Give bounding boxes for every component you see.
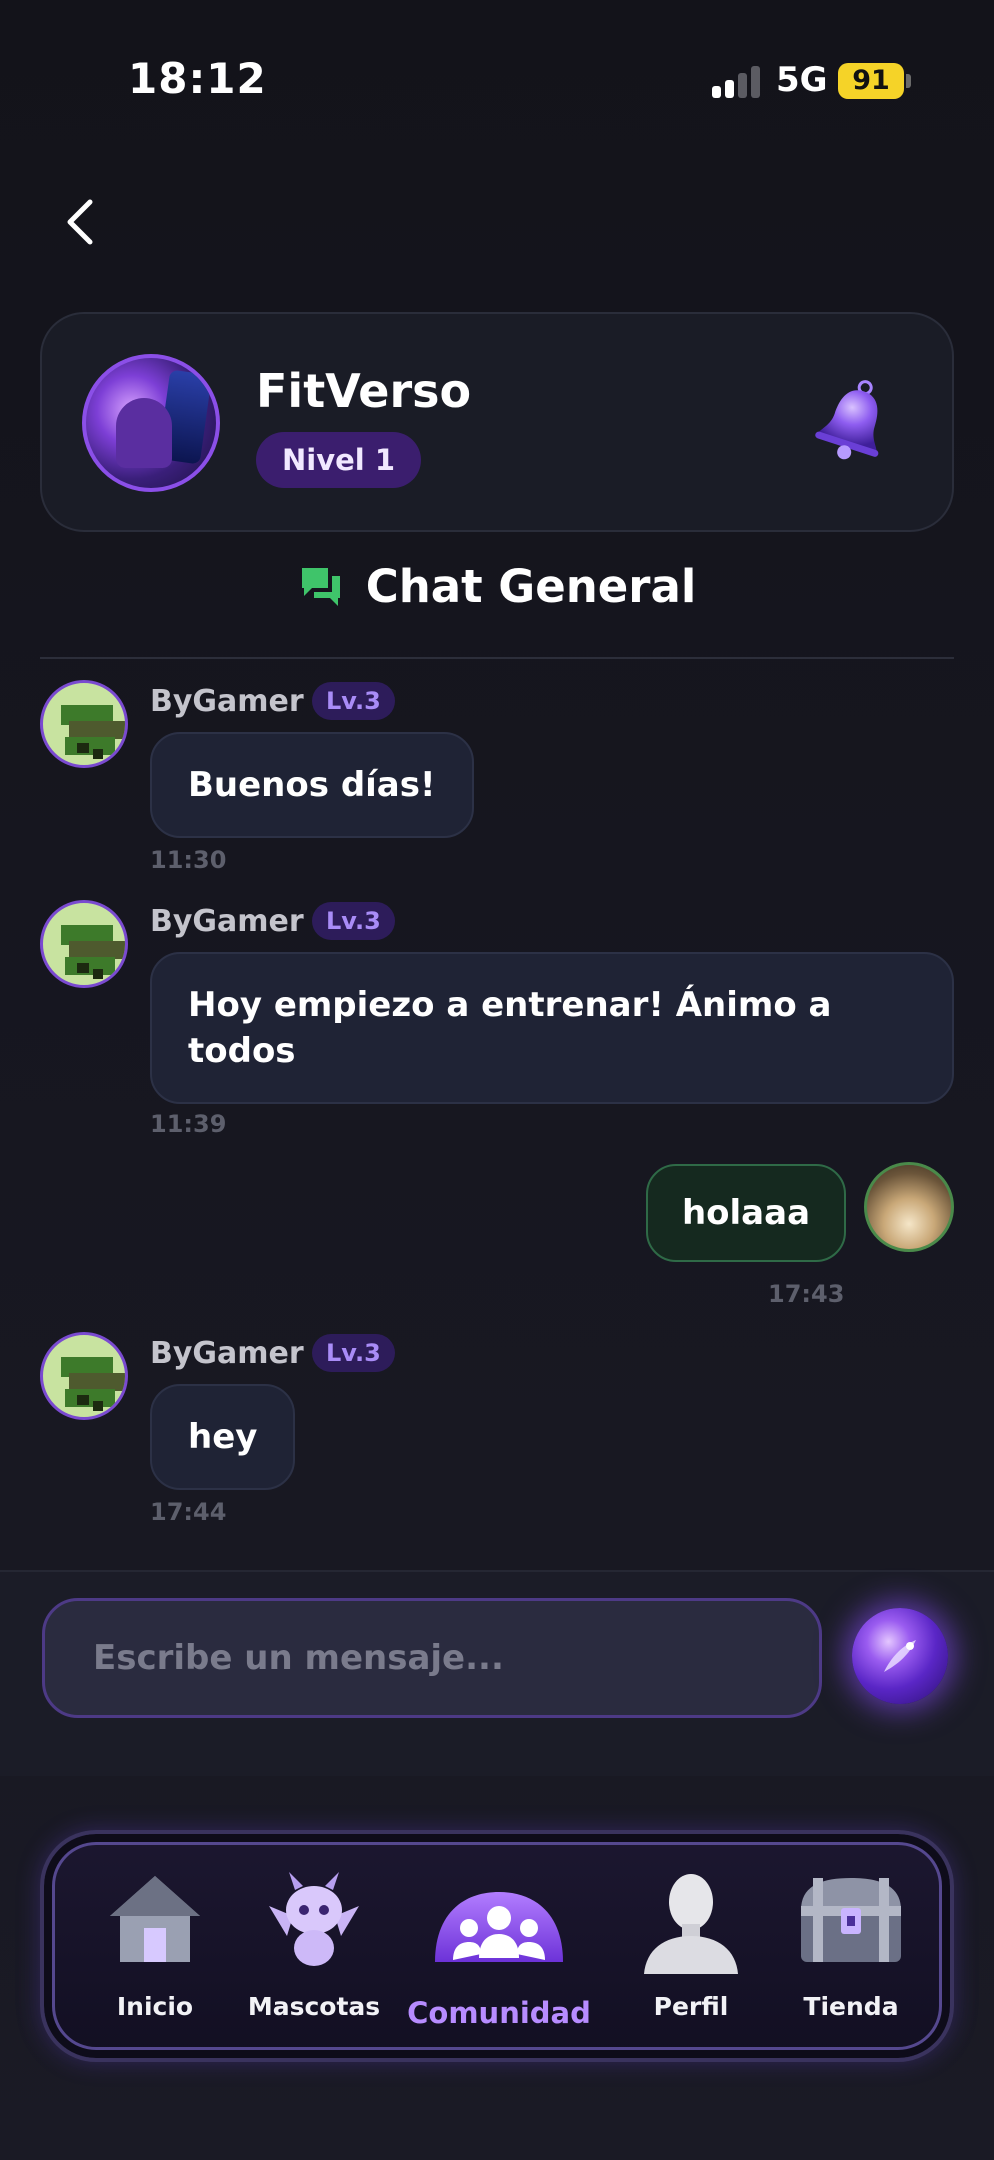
nav-label: Inicio [116,1992,194,2021]
nav-label: Tienda [803,1992,899,2021]
nav-item-tienda[interactable]: Tienda [766,1864,936,2044]
composer-bar [0,1570,994,1776]
nav-label: Perfil [653,1992,729,2021]
message-username[interactable]: ByGamer [150,904,304,939]
battery-tip [906,74,911,88]
signal-icon [712,66,760,98]
bell-icon[interactable] [810,374,900,464]
user-avatar[interactable] [40,1332,128,1420]
message-time: 11:30 [150,846,227,874]
community-icon [435,1892,563,1962]
status-bar: 18:12 5G 91 [0,0,994,160]
send-button[interactable] [852,1608,948,1704]
app-name: FitVerso [256,364,472,418]
user-avatar[interactable] [40,900,128,988]
app-avatar[interactable] [82,354,220,492]
message-bubble[interactable]: Buenos días! [150,732,474,838]
user-level-badge: Lv.3 [312,1334,395,1372]
own-message-bubble[interactable]: holaaa [646,1164,846,1262]
treasure-chest-icon [801,1878,901,1962]
message-time: 11:39 [150,1110,227,1138]
nav-label-active: Comunidad [407,1996,591,2030]
chat-title: Chat General [0,560,994,614]
back-button[interactable] [52,190,112,254]
send-orb-icon [884,1640,916,1672]
chat-screen: 18:12 5G 91 FitVerso Nivel 1 Chat Genera… [0,0,994,2160]
chat-title-text: Chat General [365,560,697,613]
dragon-pet-icon [269,1872,359,1966]
battery-icon: 91 [838,63,904,99]
profile-header-card: FitVerso Nivel 1 [40,312,954,532]
own-avatar[interactable] [864,1162,954,1252]
profile-bust-icon [644,1874,738,1974]
nav-item-perfil[interactable]: Perfil [606,1864,776,2044]
house-icon [110,1876,200,1962]
nav-item-inicio[interactable]: Inicio [70,1864,240,2044]
chat-bubbles-icon [301,567,340,606]
status-time: 18:12 [128,54,267,103]
message-username[interactable]: ByGamer [150,1336,304,1371]
user-avatar[interactable] [40,680,128,768]
message-time: 17:44 [150,1498,227,1526]
nav-item-comunidad[interactable]: Comunidad [404,1864,594,2044]
message-username[interactable]: ByGamer [150,684,304,719]
message-time: 17:43 [768,1280,845,1308]
user-level-badge: Lv.3 [312,902,395,940]
message-input[interactable] [42,1598,822,1718]
level-badge: Nivel 1 [256,432,421,488]
user-level-badge: Lv.3 [312,682,395,720]
network-label: 5G [776,60,828,100]
message-bubble[interactable]: hey [150,1384,296,1490]
bottom-nav: Inicio Mascotas Comunidad Perfil Tienda [40,1830,954,2062]
divider [40,657,954,659]
message-bubble[interactable]: Hoy empiezo a entrenar! Ánimo a todos [150,952,954,1104]
chevron-left-icon [67,199,93,245]
nav-item-mascotas[interactable]: Mascotas [229,1864,399,2044]
nav-label: Mascotas [247,1992,381,2021]
